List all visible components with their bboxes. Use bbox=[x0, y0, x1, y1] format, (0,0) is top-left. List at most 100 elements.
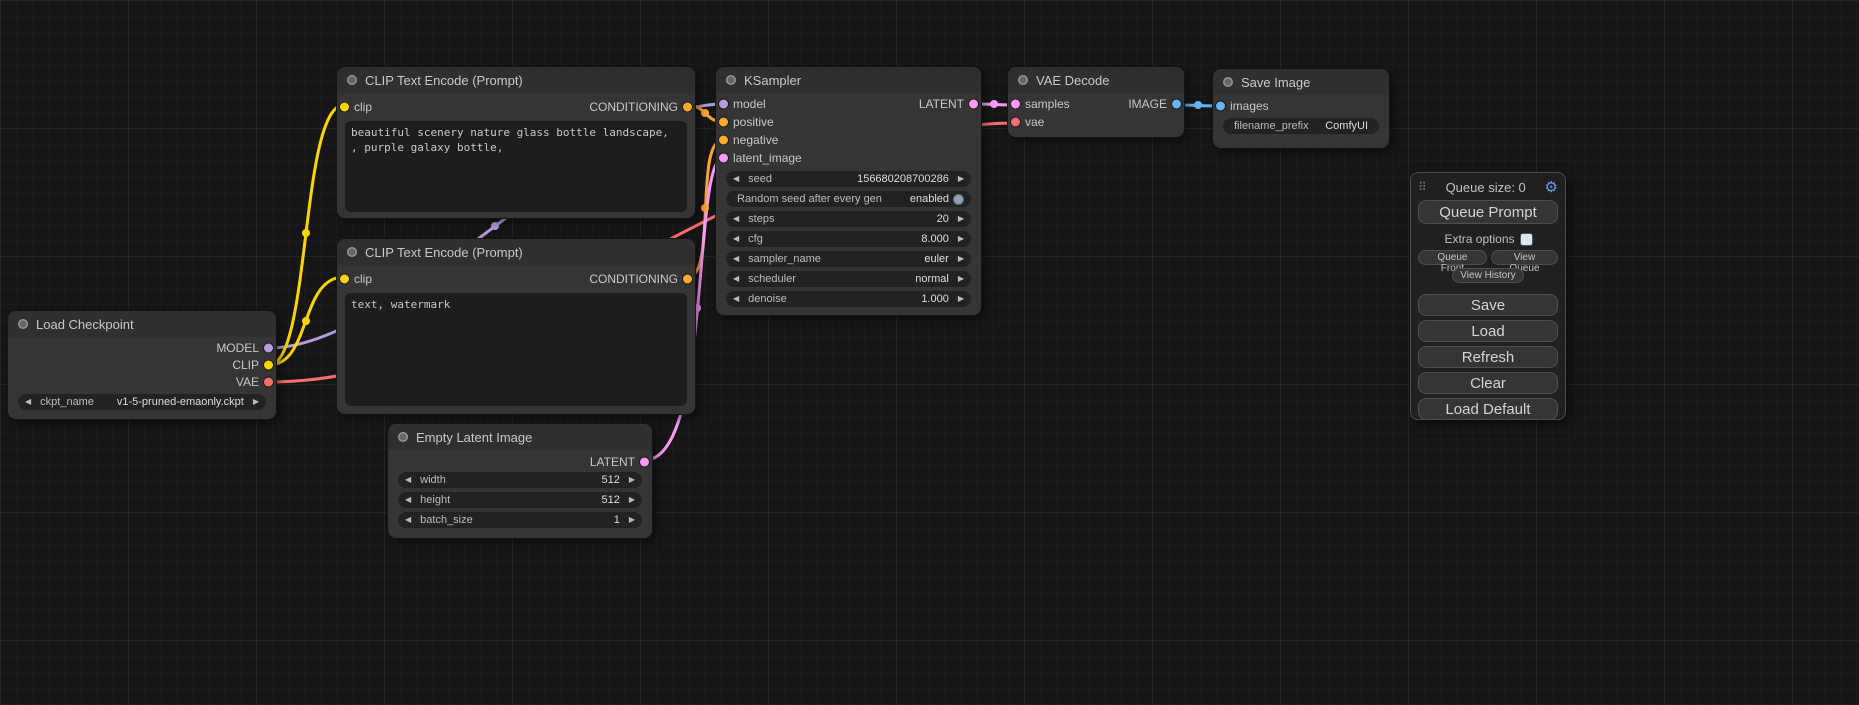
prompt-textarea[interactable]: beautiful scenery nature glass bottle la… bbox=[345, 121, 687, 212]
wire-midpoint-dot bbox=[302, 229, 310, 237]
widget-filename-prefix[interactable]: filename_prefix ComfyUI bbox=[1223, 118, 1379, 134]
decrement-arrow-icon[interactable]: ◀ bbox=[733, 235, 739, 243]
output-slot-conditioning[interactable] bbox=[683, 275, 692, 284]
wire-midpoint-dot bbox=[701, 109, 709, 117]
output-slot-vae[interactable] bbox=[264, 377, 273, 386]
widget-ckpt-name[interactable]: ◀ ckpt_name v1-5-pruned-emaonly.ckpt ▶ bbox=[18, 394, 266, 410]
decrement-arrow-icon[interactable]: ◀ bbox=[733, 295, 739, 303]
output-slot-image[interactable] bbox=[1172, 100, 1181, 109]
node-empty-latent-image[interactable]: Empty Latent Image LATENT ◀ width 512 ▶ … bbox=[388, 424, 652, 538]
output-slot-clip[interactable] bbox=[264, 360, 273, 369]
collapse-dot-icon[interactable] bbox=[1018, 75, 1028, 85]
widget-random-seed-toggle[interactable]: Random seed after every gen enabled bbox=[726, 191, 971, 207]
drag-handle-icon[interactable]: ⠿ bbox=[1418, 180, 1427, 194]
collapse-dot-icon[interactable] bbox=[1223, 77, 1233, 87]
input-label-clip: clip bbox=[354, 272, 372, 286]
clear-button[interactable]: Clear bbox=[1418, 372, 1558, 394]
input-slot-positive[interactable] bbox=[719, 118, 728, 127]
wire-midpoint-dot bbox=[302, 317, 310, 325]
output-slot-latent[interactable] bbox=[640, 458, 649, 467]
increment-arrow-icon[interactable]: ▶ bbox=[958, 175, 964, 183]
load-button[interactable]: Load bbox=[1418, 320, 1558, 342]
input-slot-vae[interactable] bbox=[1011, 118, 1020, 127]
input-label-model: model bbox=[733, 97, 766, 111]
output-slot-latent[interactable] bbox=[969, 100, 978, 109]
input-slot-images[interactable] bbox=[1216, 102, 1225, 111]
decrement-arrow-icon[interactable]: ◀ bbox=[405, 516, 411, 524]
node-title: Empty Latent Image bbox=[416, 430, 532, 445]
node-title-bar[interactable]: CLIP Text Encode (Prompt) bbox=[337, 67, 695, 93]
node-title-bar[interactable]: KSampler bbox=[716, 67, 981, 93]
increment-arrow-icon[interactable]: ▶ bbox=[629, 496, 635, 504]
decrement-arrow-icon[interactable]: ◀ bbox=[733, 275, 739, 283]
increment-arrow-icon[interactable]: ▶ bbox=[629, 476, 635, 484]
node-graph-canvas[interactable]: Load Checkpoint MODEL CLIP VAE ◀ ckpt_na… bbox=[0, 0, 1859, 705]
decrement-arrow-icon[interactable]: ◀ bbox=[733, 175, 739, 183]
collapse-dot-icon[interactable] bbox=[347, 75, 357, 85]
node-clip-text-encode-positive[interactable]: CLIP Text Encode (Prompt) clip CONDITION… bbox=[337, 67, 695, 218]
increment-arrow-icon[interactable]: ▶ bbox=[958, 255, 964, 263]
input-slot-model[interactable] bbox=[719, 100, 728, 109]
input-slot-clip[interactable] bbox=[340, 275, 349, 284]
widget-cfg[interactable]: ◀ cfg 8.000 ▶ bbox=[726, 231, 971, 247]
decrement-arrow-icon[interactable]: ◀ bbox=[733, 215, 739, 223]
output-label-image: IMAGE bbox=[1128, 97, 1167, 111]
collapse-dot-icon[interactable] bbox=[18, 319, 28, 329]
save-button[interactable]: Save bbox=[1418, 294, 1558, 316]
widget-denoise[interactable]: ◀ denoise 1.000 ▶ bbox=[726, 291, 971, 307]
node-title-bar[interactable]: CLIP Text Encode (Prompt) bbox=[337, 239, 695, 265]
increment-arrow-icon[interactable]: ▶ bbox=[958, 235, 964, 243]
refresh-button[interactable]: Refresh bbox=[1418, 346, 1558, 368]
widget-seed[interactable]: ◀ seed 156680208700286 ▶ bbox=[726, 171, 971, 187]
increment-arrow-icon[interactable]: ▶ bbox=[629, 516, 635, 524]
toggle-knob-icon[interactable] bbox=[953, 194, 964, 205]
settings-gear-icon[interactable]: ⚙ bbox=[1545, 178, 1558, 196]
node-vae-decode[interactable]: VAE Decode samples IMAGE vae bbox=[1008, 67, 1184, 137]
node-title-bar[interactable]: Save Image bbox=[1213, 69, 1389, 95]
collapse-dot-icon[interactable] bbox=[347, 247, 357, 257]
node-title-bar[interactable]: Empty Latent Image bbox=[388, 424, 652, 450]
input-slot-clip[interactable] bbox=[340, 103, 349, 112]
queue-prompt-button[interactable]: Queue Prompt bbox=[1418, 200, 1558, 224]
load-default-button[interactable]: Load Default bbox=[1418, 398, 1558, 420]
node-load-checkpoint[interactable]: Load Checkpoint MODEL CLIP VAE ◀ ckpt_na… bbox=[8, 311, 276, 419]
decrement-arrow-icon[interactable]: ◀ bbox=[733, 255, 739, 263]
queue-front-button[interactable]: Queue Front bbox=[1418, 250, 1487, 265]
node-ksampler[interactable]: KSampler model LATENT positive negative … bbox=[716, 67, 981, 315]
widget-height[interactable]: ◀ height 512 ▶ bbox=[398, 492, 642, 508]
decrement-arrow-icon[interactable]: ◀ bbox=[405, 496, 411, 504]
increment-arrow-icon[interactable]: ▶ bbox=[253, 398, 259, 406]
node-title-bar[interactable]: VAE Decode bbox=[1008, 67, 1184, 93]
queue-panel: ⠿ Queue size: 0 ⚙ Queue Prompt Extra opt… bbox=[1410, 172, 1566, 420]
decrement-arrow-icon[interactable]: ◀ bbox=[405, 476, 411, 484]
increment-arrow-icon[interactable]: ▶ bbox=[958, 215, 964, 223]
output-label-model: MODEL bbox=[216, 341, 259, 355]
input-label-latent-image: latent_image bbox=[733, 151, 802, 165]
widget-width[interactable]: ◀ width 512 ▶ bbox=[398, 472, 642, 488]
view-history-button[interactable]: View History bbox=[1452, 268, 1523, 283]
output-label-vae: VAE bbox=[236, 375, 259, 389]
view-queue-button[interactable]: View Queue bbox=[1491, 250, 1558, 265]
input-slot-latent-image[interactable] bbox=[719, 154, 728, 163]
collapse-dot-icon[interactable] bbox=[726, 75, 736, 85]
input-slot-negative[interactable] bbox=[719, 136, 728, 145]
widget-sampler-name[interactable]: ◀ sampler_name euler ▶ bbox=[726, 251, 971, 267]
increment-arrow-icon[interactable]: ▶ bbox=[958, 275, 964, 283]
queue-size-label: Queue size: 0 bbox=[1446, 180, 1526, 195]
widget-scheduler[interactable]: ◀ scheduler normal ▶ bbox=[726, 271, 971, 287]
extra-options-checkbox[interactable] bbox=[1521, 234, 1532, 245]
decrement-arrow-icon[interactable]: ◀ bbox=[25, 398, 31, 406]
collapse-dot-icon[interactable] bbox=[398, 432, 408, 442]
output-label-conditioning: CONDITIONING bbox=[589, 272, 678, 286]
input-label-positive: positive bbox=[733, 115, 774, 129]
node-clip-text-encode-negative[interactable]: CLIP Text Encode (Prompt) clip CONDITION… bbox=[337, 239, 695, 414]
input-slot-samples[interactable] bbox=[1011, 100, 1020, 109]
widget-steps[interactable]: ◀ steps 20 ▶ bbox=[726, 211, 971, 227]
increment-arrow-icon[interactable]: ▶ bbox=[958, 295, 964, 303]
node-save-image[interactable]: Save Image images filename_prefix ComfyU… bbox=[1213, 69, 1389, 148]
prompt-textarea[interactable]: text, watermark bbox=[345, 293, 687, 406]
output-slot-model[interactable] bbox=[264, 343, 273, 352]
widget-batch-size[interactable]: ◀ batch_size 1 ▶ bbox=[398, 512, 642, 528]
output-slot-conditioning[interactable] bbox=[683, 103, 692, 112]
node-title-bar[interactable]: Load Checkpoint bbox=[8, 311, 276, 337]
